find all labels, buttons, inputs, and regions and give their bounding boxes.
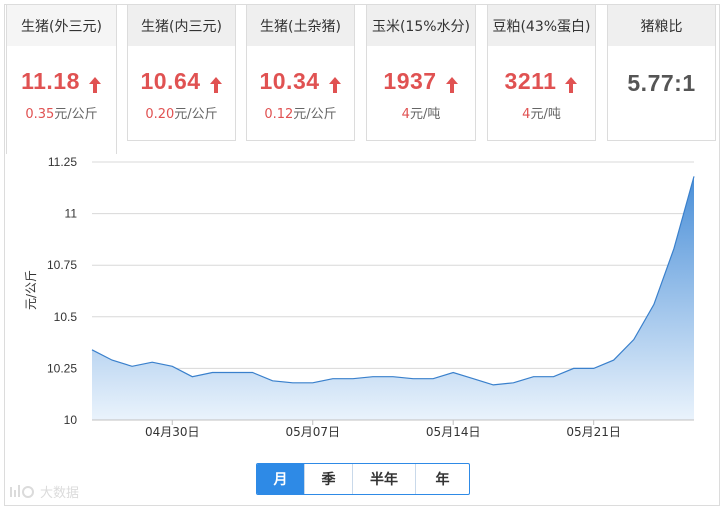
up-arrow-icon — [88, 73, 102, 93]
range-tab-quarter[interactable]: 季 — [305, 464, 353, 494]
up-arrow-icon — [564, 73, 578, 93]
range-tab-year[interactable]: 年 — [416, 464, 469, 494]
card-hog-grain-ratio[interactable]: 猪粮比 5.77:1 — [607, 4, 716, 141]
card-title: 生猪(内三元) — [128, 5, 235, 46]
up-arrow-icon — [445, 73, 459, 93]
watermark: 大数据 — [8, 482, 79, 501]
watermark-logo-icon — [10, 484, 34, 498]
card-corn[interactable]: 玉米(15%水分) 1937 4元/吨 — [366, 4, 476, 141]
card-price: 1937 — [383, 68, 437, 94]
card-price: 11.18 — [21, 68, 80, 94]
card-change: 0.12 — [264, 107, 294, 122]
card-title: 生猪(土杂猪) — [247, 5, 354, 46]
card-hog-local[interactable]: 生猪(土杂猪) 10.34 0.12元/公斤 — [246, 4, 355, 141]
card-hog-inner[interactable]: 生猪(内三元) 10.64 0.20元/公斤 — [127, 4, 236, 141]
card-change-unit: 元/吨 — [409, 107, 441, 122]
range-tab-month[interactable]: 月 — [257, 464, 305, 494]
card-change-unit: 元/公斤 — [174, 107, 218, 122]
card-change: 0.35 — [25, 107, 55, 122]
card-soymeal[interactable]: 豆粕(43%蛋白) 3211 4元/吨 — [487, 4, 596, 141]
card-change-unit: 元/吨 — [530, 107, 561, 122]
watermark-text: 大数据 — [40, 486, 80, 501]
card-change: 0.20 — [145, 107, 175, 122]
card-title: 生猪(外三元) — [7, 5, 116, 46]
card-change-unit: 元/公斤 — [293, 107, 337, 122]
card-hog-outer[interactable]: 生猪(外三元) 11.18 0.35元/公斤 — [6, 4, 117, 154]
card-title: 玉米(15%水分) — [367, 5, 475, 46]
up-arrow-icon — [209, 73, 223, 93]
card-title: 豆粕(43%蛋白) — [488, 5, 595, 46]
card-price: 10.64 — [140, 68, 201, 94]
up-arrow-icon — [328, 73, 342, 93]
range-switcher: 月 季 半年 年 — [256, 463, 470, 495]
card-price: 5.77:1 — [627, 70, 696, 96]
card-change-unit: 元/公斤 — [54, 107, 98, 122]
card-price: 10.34 — [259, 68, 320, 94]
card-price: 3211 — [504, 68, 557, 94]
card-change: 4 — [401, 107, 410, 122]
card-title: 猪粮比 — [608, 5, 715, 46]
range-tab-half-year[interactable]: 半年 — [353, 464, 416, 494]
